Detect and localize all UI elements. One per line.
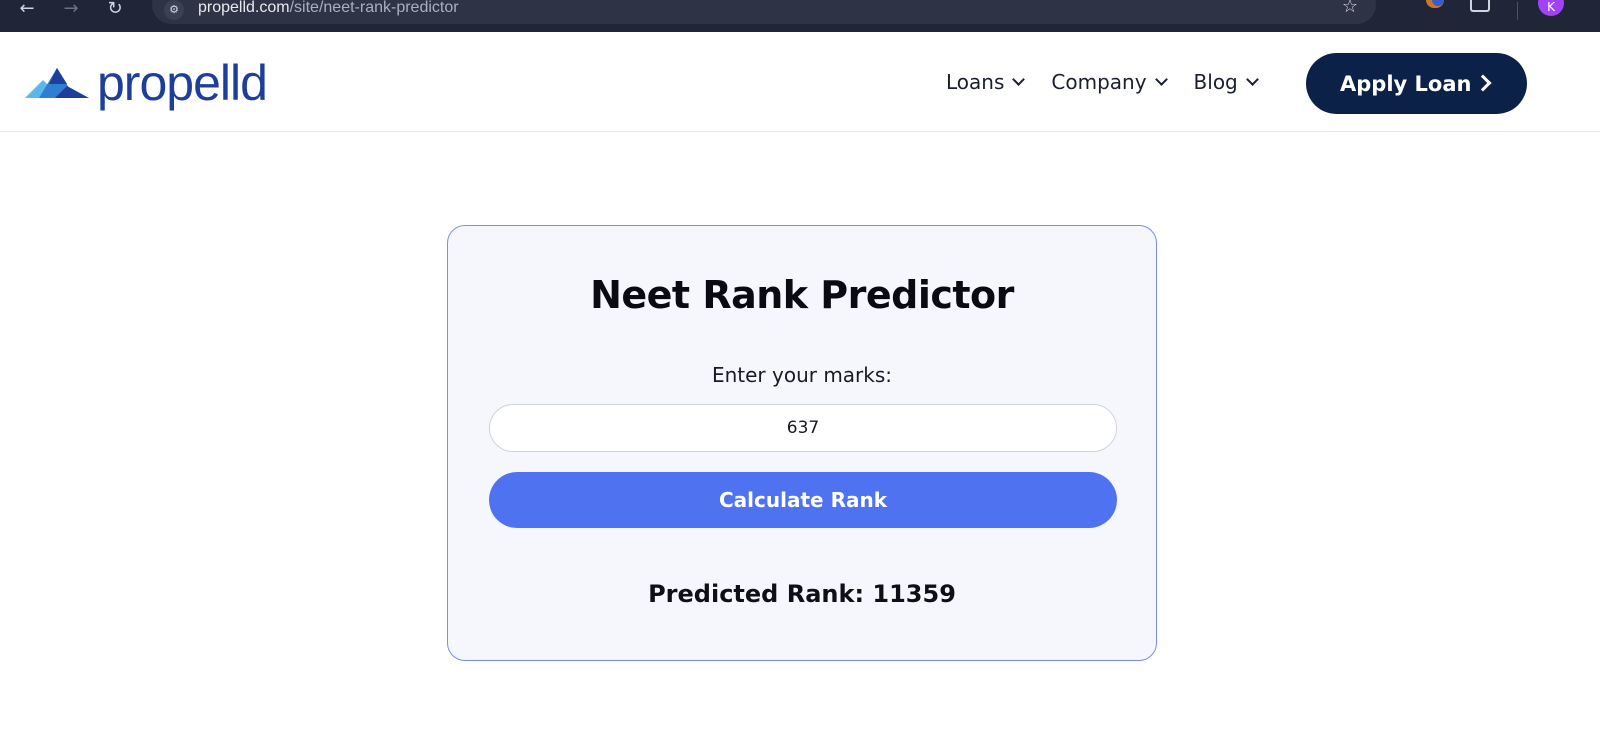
reload-icon[interactable]: ↻ — [102, 0, 128, 28]
rank-predictor-card: Neet Rank Predictor Enter your marks: Ca… — [447, 225, 1157, 661]
nav-item-label: Loans — [946, 70, 1005, 94]
nav-item-label: Company — [1051, 70, 1147, 94]
main-nav: Loans Company Blog — [946, 70, 1285, 94]
url-domain: propelld.com — [198, 0, 290, 16]
marks-input[interactable] — [489, 404, 1117, 452]
url-path: /site/neet-rank-predictor — [289, 0, 459, 16]
marks-label: Enter your marks: — [711, 363, 893, 387]
nav-item-blog[interactable]: Blog — [1193, 70, 1259, 94]
toolbar-divider — [1517, 2, 1518, 20]
nav-item-company[interactable]: Company — [1051, 70, 1168, 94]
apply-loan-label: Apply Loan — [1340, 71, 1472, 96]
nav-item-label: Blog — [1193, 70, 1238, 94]
logo-wordmark: propelld — [97, 55, 268, 111]
calculate-rank-button[interactable]: Calculate Rank — [489, 472, 1117, 528]
chevron-down-icon — [1245, 72, 1259, 86]
apply-loan-button[interactable]: Apply Loan — [1306, 53, 1527, 114]
bookmark-star-icon[interactable]: ☆ — [1342, 0, 1358, 16]
browser-toolbar: ← → ↻ ⚙ propelld.com/site/neet-rank-pred… — [0, 0, 1600, 32]
page-title: Neet Rank Predictor — [590, 273, 1014, 317]
address-bar[interactable]: ⚙ propelld.com/site/neet-rank-predictor … — [152, 0, 1376, 24]
chevron-right-icon — [1474, 74, 1492, 92]
chevron-down-icon — [1012, 72, 1026, 86]
nav-item-loans[interactable]: Loans — [946, 70, 1026, 94]
chevron-down-icon — [1154, 72, 1168, 86]
back-arrow-icon[interactable]: ← — [14, 0, 40, 28]
site-info-icon[interactable]: ⚙ — [164, 0, 184, 20]
url-text[interactable]: propelld.com/site/neet-rank-predictor — [198, 0, 459, 17]
forward-arrow-icon[interactable]: → — [58, 0, 84, 28]
logo-mark-icon — [25, 68, 89, 98]
predicted-rank-result: Predicted Rank: 11359 — [648, 580, 956, 608]
profile-avatar[interactable]: K — [1538, 0, 1564, 16]
site-header: propelld Loans Company Blog Apply Loan — [0, 32, 1600, 132]
extensions-puzzle-icon[interactable] — [1470, 0, 1490, 12]
